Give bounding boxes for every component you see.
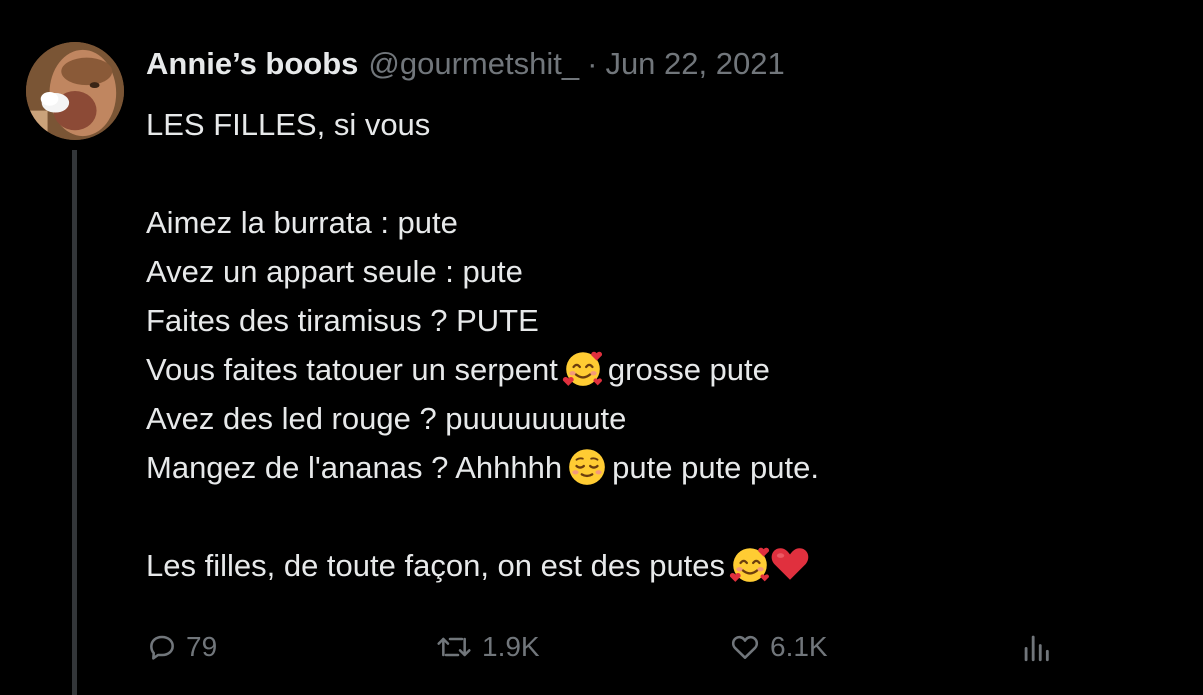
avatar-image bbox=[26, 42, 124, 140]
like-icon bbox=[731, 635, 759, 659]
smiling-face-with-hearts-icon bbox=[729, 543, 771, 585]
tweet-line-segment: Vous faites tatouer un serpent bbox=[146, 352, 558, 387]
line-break bbox=[146, 149, 1166, 198]
display-name[interactable]: Annie’s boobs bbox=[146, 46, 358, 82]
relieved-face-icon bbox=[566, 445, 608, 487]
views-icon bbox=[1024, 635, 1049, 662]
tweet-line-segment: Mangez de l'ananas ? Ahhhhh bbox=[146, 450, 563, 485]
like-button[interactable]: 6.1K bbox=[728, 622, 828, 672]
tweet-header: Annie’s boobs @gourmetshit_ · Jun 22, 20… bbox=[146, 46, 785, 86]
reply-button[interactable]: 79 bbox=[146, 622, 217, 672]
tweet-actions: 79 1.9K 6.1K bbox=[146, 622, 1066, 672]
avatar[interactable] bbox=[26, 42, 124, 140]
separator-dot: · bbox=[587, 46, 598, 81]
like-count: 6.1K bbox=[770, 631, 828, 662]
tweet-line: Faites des tiramisus ? PUTE bbox=[146, 303, 539, 338]
retweet-count: 1.9K bbox=[482, 631, 540, 662]
tweet-line: Les filles, de toute façon, on est des p… bbox=[146, 541, 1166, 590]
tweet-line: LES FILLES, si vous bbox=[146, 107, 431, 142]
tweet-line-segment: Les filles, de toute façon, on est des p… bbox=[146, 548, 726, 583]
reply-icon bbox=[150, 635, 174, 660]
tweet-text: LES FILLES, si vous Aimez la burrata : p… bbox=[146, 100, 1166, 590]
tweet-date[interactable]: Jun 22, 2021 bbox=[605, 46, 784, 82]
user-handle[interactable]: @gourmetshit_ bbox=[368, 46, 579, 82]
tweet-line: Vous faites tatouer un serpent grosse put… bbox=[146, 345, 1166, 394]
retweet-button[interactable]: 1.9K bbox=[434, 622, 540, 672]
tweet[interactable]: Annie’s boobs @gourmetshit_ · Jun 22, 20… bbox=[0, 0, 1203, 695]
red-heart-icon bbox=[769, 543, 811, 585]
reply-count: 79 bbox=[186, 631, 218, 662]
tweet-line-segment: pute pute pute. bbox=[612, 450, 819, 485]
tweet-line: Mangez de l'ananas ? Ahhhhh pute pute put… bbox=[146, 443, 1166, 492]
thread-line bbox=[72, 150, 77, 695]
line-break bbox=[146, 492, 1166, 541]
retweet-icon bbox=[437, 637, 471, 657]
smiling-face-with-hearts-icon bbox=[562, 347, 604, 389]
tweet-line: Avez des led rouge ? puuuuuuuute bbox=[146, 401, 627, 436]
views-button[interactable] bbox=[1018, 622, 1054, 672]
tweet-line: Avez un appart seule : pute bbox=[146, 254, 523, 289]
tweet-line-segment: grosse pute bbox=[607, 352, 770, 387]
tweet-line: Aimez la burrata : pute bbox=[146, 205, 458, 240]
